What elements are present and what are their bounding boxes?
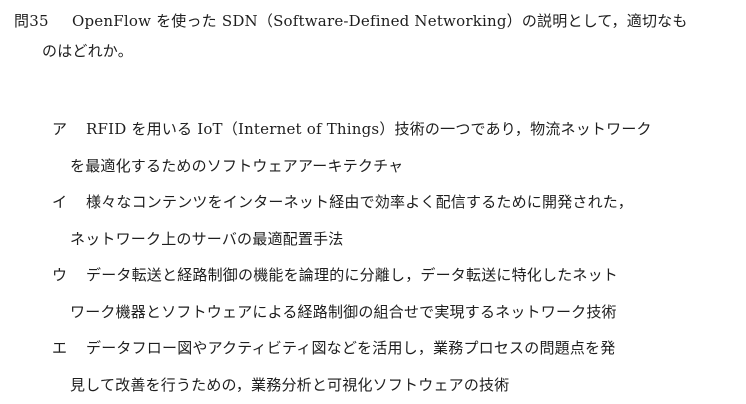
option-e-text-line2: 見して改善を行うための，業務分析と可視化ソフトウェアの技術	[70, 376, 510, 394]
option-u-text-line1: データ転送と経路制御の機能を論理的に分離し，データ転送に特化したネット	[86, 266, 619, 284]
option-e-text-line1: データフロー図やアクティビティ図などを活用し，業務プロセスの問題点を発	[86, 339, 616, 357]
option-i-text-line1: 様々なコンテンツをインターネット経由で効率よく配信するために開発された，	[86, 193, 633, 211]
option-u-text-line2: ワーク機器とソフトウェアによる経路制御の組合せで実現するネットワーク技術	[70, 303, 617, 321]
option-a-label: ア	[52, 120, 68, 138]
question-text-line1: OpenFlow を使った SDN（Software-Defined Netwo…	[72, 12, 688, 30]
option-i-text-line2: ネットワーク上のサーバの最適配置手法	[70, 230, 344, 248]
option-e-label: エ	[52, 339, 68, 357]
exam-question-page: 問35 OpenFlow を使った SDN（Software-Defined N…	[0, 0, 746, 404]
option-u-label: ウ	[52, 266, 68, 284]
option-a-text-line1: RFID を用いる IoT（Internet of Things）技術の一つであ…	[86, 120, 652, 138]
question-text-line2: のはどれか。	[42, 42, 133, 60]
question-number: 問35	[14, 12, 49, 30]
option-i-label: イ	[52, 193, 68, 211]
option-a-text-line2: を最適化するためのソフトウェアアーキテクチャ	[70, 157, 404, 175]
